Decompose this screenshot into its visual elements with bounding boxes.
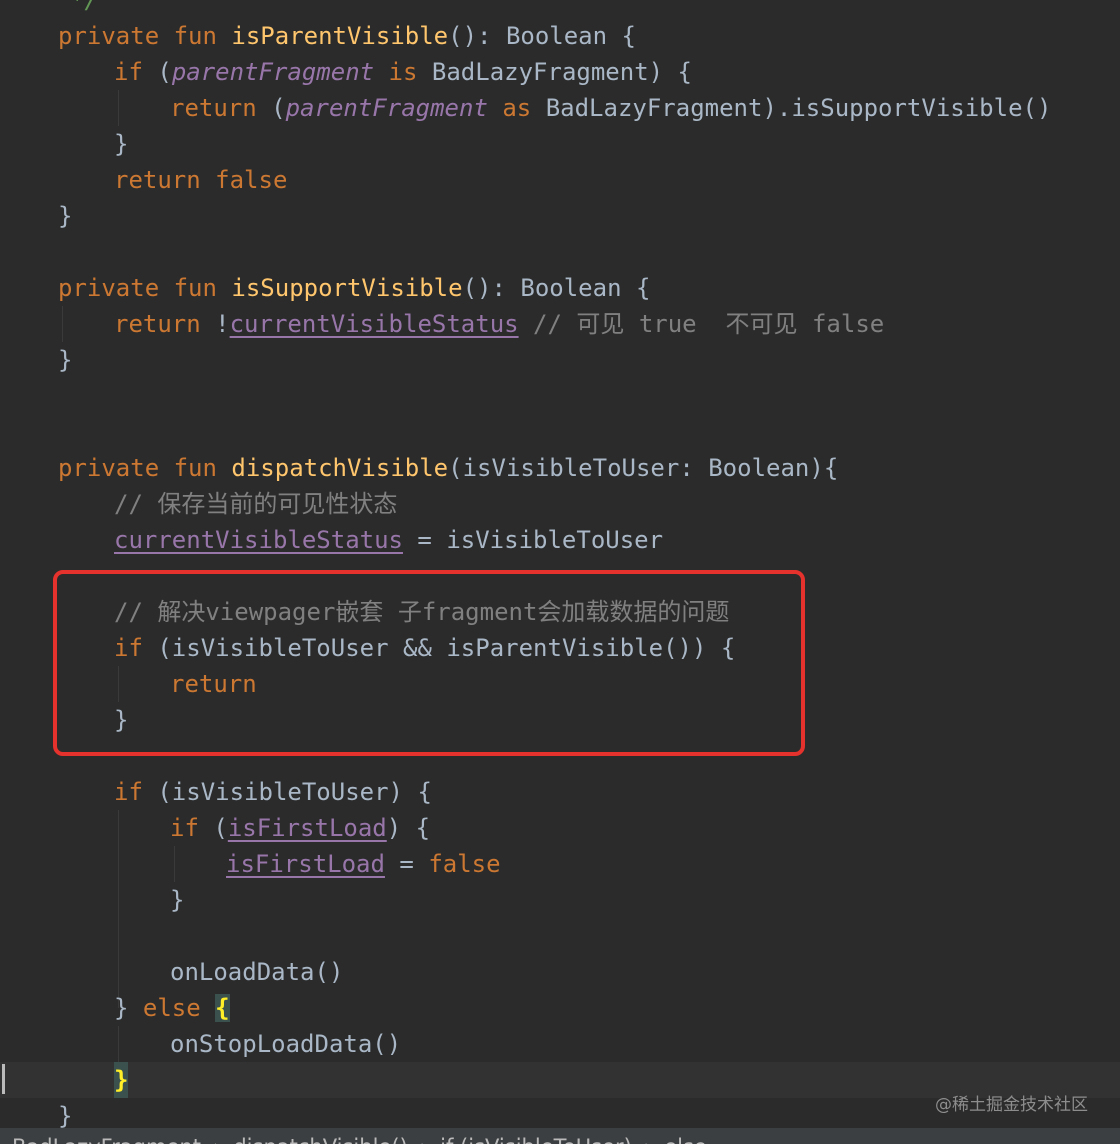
doc-comment-end: */ [70,0,99,14]
code-line: private fun isSupportVisible(): Boolean … [0,270,1120,306]
breadcrumb-item-else[interactable]: else [664,1135,707,1144]
highlight-box [53,570,805,756]
code-editor[interactable]: */ private fun isParentVisible(): Boolea… [0,0,1120,1128]
code-line: } [0,882,1120,918]
breadcrumb-separator: › [420,1135,428,1144]
matched-brace: { [215,994,230,1022]
code-text: } [58,202,73,230]
breadcrumb: BadLazyFragment › dispatchVisible() › if (is… [0,1128,1120,1144]
text-caret [2,1064,5,1094]
code-line: onLoadData() [0,954,1120,990]
code-text: currentVisibleStatus = isVisibleToUser [114,526,664,554]
code-line: } [0,126,1120,162]
code-line: } else { [0,990,1120,1026]
code-text: } [58,1102,73,1128]
code-line: return (parentFragment as BadLazyFragmen… [0,90,1120,126]
matched-brace: } [114,1062,129,1098]
code-text: isFirstLoad = false [226,850,501,878]
code-line: } [0,342,1120,378]
code-line: private fun isParentVisible(): Boolean { [0,18,1120,54]
code-line: if (isFirstLoad) { [0,810,1120,846]
code-comment: // 保存当前的可见性状态 [114,490,398,518]
watermark: @稀土掘金技术社区 [935,1095,1088,1115]
breadcrumb-separator: › [644,1135,652,1144]
breadcrumb-item-if[interactable]: if (isVisibleToUser) [440,1135,632,1144]
code-text: return (parentFragment as BadLazyFragmen… [170,94,1052,122]
code-text: onStopLoadData() [170,1030,402,1058]
code-line: if (isVisibleToUser) { [0,774,1120,810]
breadcrumb-item-class[interactable]: BadLazyFragment [12,1135,201,1144]
code-text: } else { [114,994,230,1022]
code-text: if (parentFragment is BadLazyFragment) { [114,58,692,86]
code-line: onStopLoadData() [0,1026,1120,1062]
code-text: if (isFirstLoad) { [170,814,431,842]
code-line: return false [0,162,1120,198]
code-text: } [170,886,185,914]
code-text: private fun dispatchVisible(isVisibleToU… [58,454,839,482]
code-line: isFirstLoad = false [0,846,1120,882]
breadcrumb-separator: › [213,1135,221,1144]
code-text: return !currentVisibleStatus // 可见 true … [114,310,885,338]
breadcrumb-item-function[interactable]: dispatchVisible() [233,1135,407,1144]
code-text: private fun isParentVisible(): Boolean { [58,22,636,50]
code-text: private fun isSupportVisible(): Boolean … [58,274,651,302]
code-text: } [114,130,129,158]
code-line: currentVisibleStatus = isVisibleToUser [0,522,1120,558]
code-line: if (parentFragment is BadLazyFragment) { [0,54,1120,90]
code-line: */ [0,0,1120,18]
code-text: return false [114,166,288,194]
code-line: } [0,198,1120,234]
code-text: } [58,346,73,374]
code-text: if (isVisibleToUser) { [114,778,432,806]
code-line: private fun dispatchVisible(isVisibleToU… [0,450,1120,486]
code-line: // 保存当前的可见性状态 [0,486,1120,522]
code-text: onLoadData() [170,958,344,986]
code-line: return !currentVisibleStatus // 可见 true … [0,306,1120,342]
